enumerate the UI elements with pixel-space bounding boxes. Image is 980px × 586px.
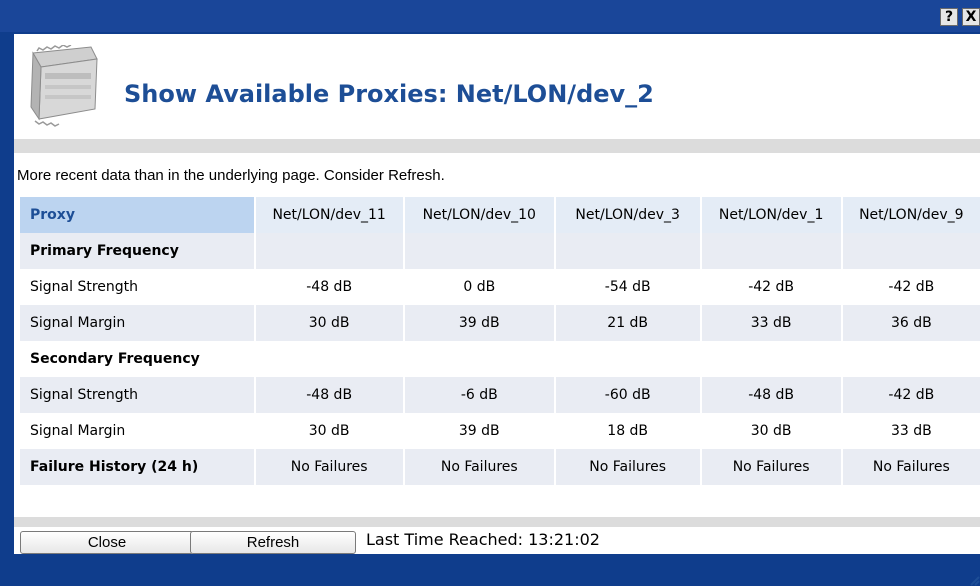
proxy-column-header: Net/LON/dev_3 bbox=[555, 197, 702, 233]
section-label: Failure History (24 h) bbox=[20, 449, 256, 485]
table-cell: 30 dB bbox=[255, 413, 405, 449]
section-header-row: Secondary Frequency bbox=[20, 341, 980, 377]
row-label: Signal Margin bbox=[20, 413, 256, 449]
table-row: Signal Strength -48 dB 0 dB -54 dB -42 d… bbox=[20, 269, 980, 305]
table-cell: No Failures bbox=[842, 449, 980, 485]
table-header-row: Proxy Net/LON/dev_11 Net/LON/dev_10 Net/… bbox=[20, 197, 980, 233]
table-cell: 0 dB bbox=[404, 269, 556, 305]
table-cell: -54 dB bbox=[555, 269, 702, 305]
table-cell: 30 dB bbox=[701, 413, 843, 449]
table-cell: 39 dB bbox=[404, 413, 556, 449]
proxy-column-header: Net/LON/dev_9 bbox=[842, 197, 980, 233]
table-cell: 30 dB bbox=[255, 305, 405, 341]
row-label: Signal Strength bbox=[20, 269, 256, 305]
header-divider bbox=[14, 139, 980, 153]
table-cell: 33 dB bbox=[701, 305, 843, 341]
table-row: Signal Strength -48 dB -6 dB -60 dB -48 … bbox=[20, 377, 980, 413]
table-cell: No Failures bbox=[404, 449, 556, 485]
table-cell: 33 dB bbox=[842, 413, 980, 449]
table-cell: -6 dB bbox=[404, 377, 556, 413]
row-label: Signal Margin bbox=[20, 305, 256, 341]
table-cell: No Failures bbox=[701, 449, 843, 485]
table-cell: -60 dB bbox=[555, 377, 702, 413]
table-cell: No Failures bbox=[555, 449, 702, 485]
table-cell: No Failures bbox=[255, 449, 405, 485]
proxy-column-header: Net/LON/dev_10 bbox=[404, 197, 556, 233]
table-row: Signal Margin 30 dB 39 dB 18 dB 30 dB 33… bbox=[20, 413, 980, 449]
table-cell: -48 dB bbox=[701, 377, 843, 413]
section-label: Primary Frequency bbox=[20, 233, 256, 269]
table-row: Signal Margin 30 dB 39 dB 21 dB 33 dB 36… bbox=[20, 305, 980, 341]
close-button[interactable]: Close bbox=[20, 531, 194, 554]
failure-history-row: Failure History (24 h) No Failures No Fa… bbox=[20, 449, 980, 485]
proxy-header: Proxy bbox=[20, 197, 256, 233]
table-cell: -42 dB bbox=[842, 377, 980, 413]
footer-divider bbox=[14, 517, 980, 527]
refresh-notice: More recent data than in the underlying … bbox=[17, 167, 445, 184]
table-cell: 18 dB bbox=[555, 413, 702, 449]
proxies-dialog: Show Available Proxies: Net/LON/dev_2 Mo… bbox=[14, 34, 980, 586]
window-titlebar: ? X bbox=[0, 0, 980, 32]
table-cell: -48 dB bbox=[255, 269, 405, 305]
table-cell: -42 dB bbox=[842, 269, 980, 305]
row-label: Signal Strength bbox=[20, 377, 256, 413]
page-title: Show Available Proxies: Net/LON/dev_2 bbox=[124, 80, 654, 108]
table-cell: 21 dB bbox=[555, 305, 702, 341]
table-cell: -42 dB bbox=[701, 269, 843, 305]
proxies-table: Proxy Net/LON/dev_11 Net/LON/dev_10 Net/… bbox=[20, 197, 980, 485]
device-module-icon bbox=[30, 45, 98, 127]
proxy-column-header: Net/LON/dev_1 bbox=[701, 197, 843, 233]
resize-grip-icon[interactable] bbox=[968, 574, 980, 586]
close-icon[interactable]: X bbox=[962, 8, 980, 26]
section-header-row: Primary Frequency bbox=[20, 233, 980, 269]
section-label: Secondary Frequency bbox=[20, 341, 256, 377]
proxy-column-header: Net/LON/dev_11 bbox=[255, 197, 405, 233]
table-cell: 39 dB bbox=[404, 305, 556, 341]
table-cell: -48 dB bbox=[255, 377, 405, 413]
table-cell: 36 dB bbox=[842, 305, 980, 341]
last-time-reached: Last Time Reached: 13:21:02 bbox=[366, 530, 600, 549]
help-icon[interactable]: ? bbox=[940, 8, 958, 26]
refresh-button[interactable]: Refresh bbox=[190, 531, 356, 554]
